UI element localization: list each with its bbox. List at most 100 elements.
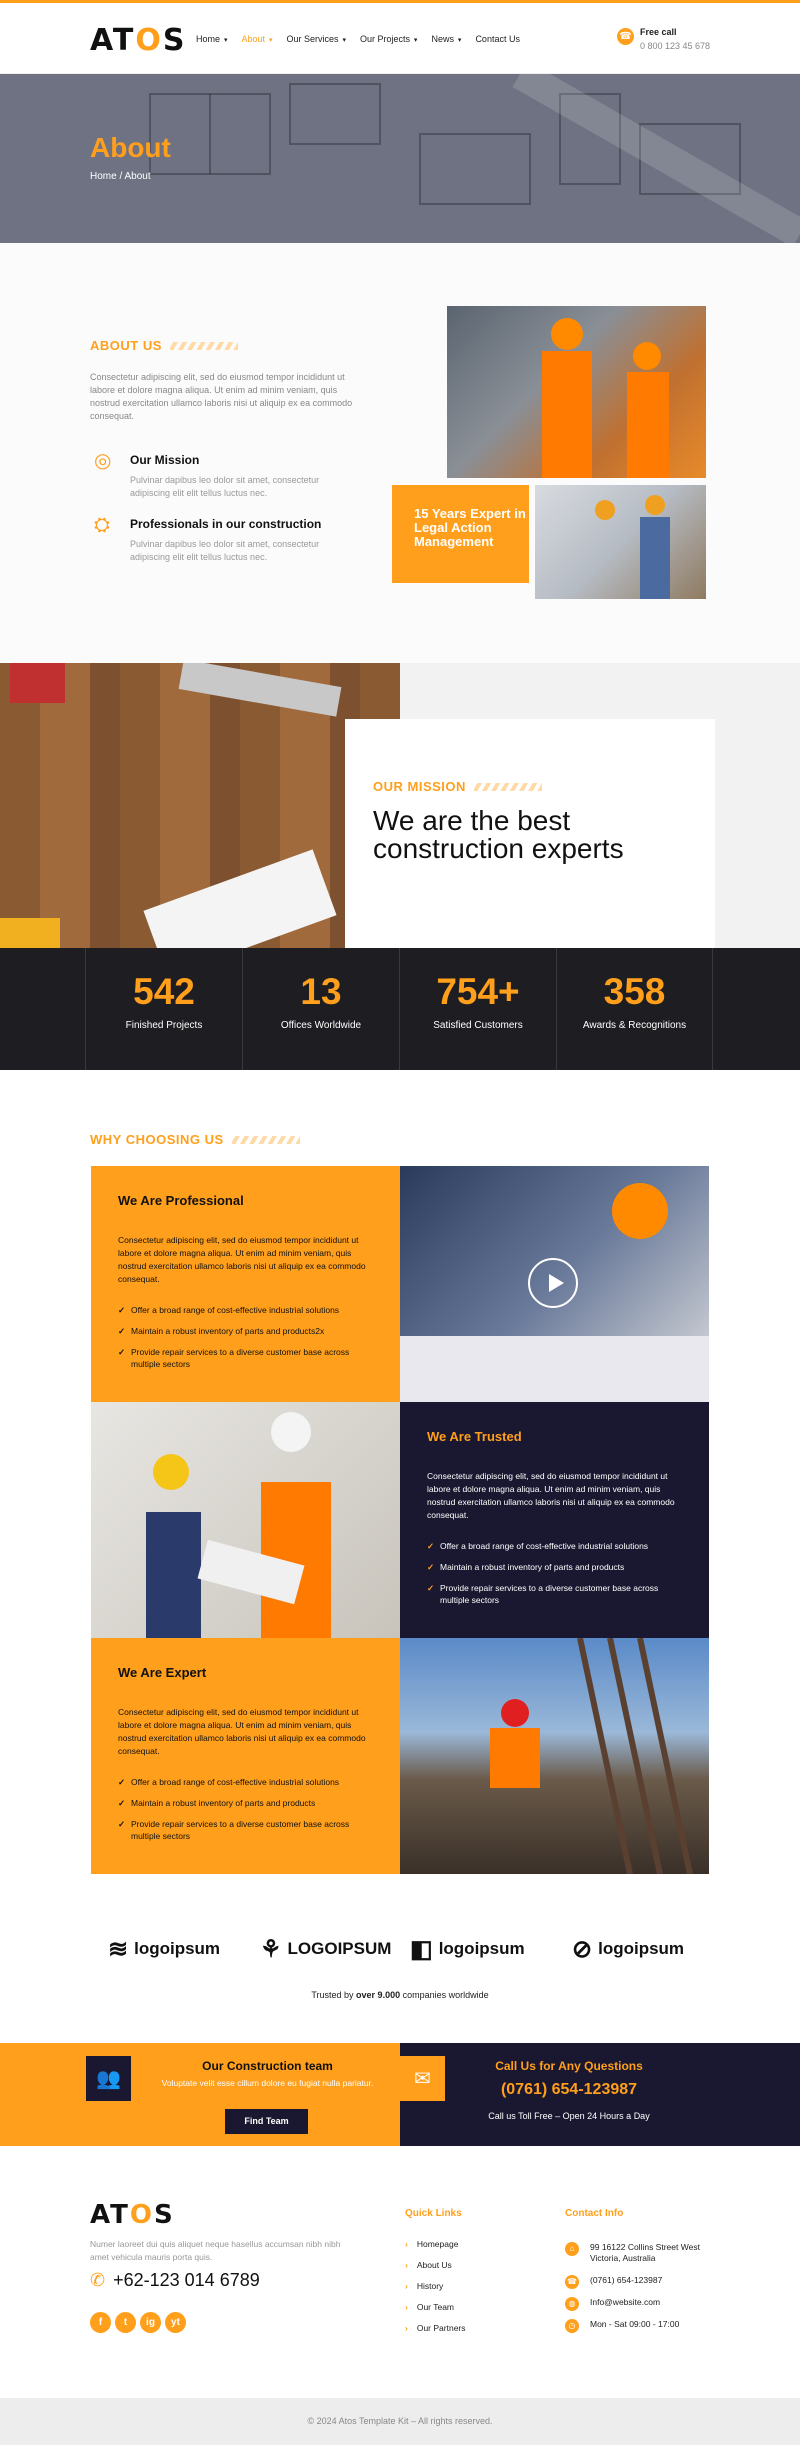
block-list: ✓ Offer a broad range of cost-effective i… xyxy=(118,1776,380,1851)
list-item: ✓ Offer a broad range of cost-effective i… xyxy=(118,1305,340,1315)
call-cta-number[interactable]: (0761) 654-123987 xyxy=(400,2081,738,2099)
waves-logo-icon: ≋ xyxy=(108,1935,129,1963)
chevron-right-icon: › xyxy=(405,2323,408,2333)
block-expert: We Are Expert Consectetur adipiscing eli… xyxy=(91,1638,400,1874)
hatch-decoration xyxy=(169,341,238,350)
quick-link[interactable]: › About Us xyxy=(405,2260,466,2270)
about-eyebrow: ABOUT US xyxy=(90,338,238,353)
footer-phone[interactable]: ✆ +62-123 014 6789 xyxy=(90,2270,260,2291)
nav-item-contact[interactable]: Contact Us xyxy=(475,34,520,44)
youtube-icon[interactable]: yt xyxy=(165,2312,186,2333)
instagram-icon[interactable]: ig xyxy=(140,2312,161,2333)
phone-icon: ✆ xyxy=(90,2270,106,2290)
slash-circle-logo-icon: ⊘ xyxy=(572,1935,593,1963)
block-list: ✓ Offer a broad range of cost-effective i… xyxy=(118,1304,380,1379)
team-cta: 👥 Our Construction team Voluptate velit … xyxy=(0,2043,400,2146)
main-nav: Home ▾ About ▾ Our Services ▾ Our Projec… xyxy=(196,34,520,44)
block-title: We Are Professional xyxy=(118,1193,244,1208)
quick-links-title: Quick Links xyxy=(405,2208,462,2219)
copyright: © 2024 Atos Template Kit – All rights re… xyxy=(0,2398,800,2445)
quick-link[interactable]: › Our Partners xyxy=(405,2323,466,2333)
stat-item: 13 Offices Worldwide xyxy=(242,948,399,1070)
block-text: Consectetur adipiscing elit, sed do eius… xyxy=(118,1707,366,1756)
team-photo xyxy=(91,1402,400,1638)
feature-title: Our Mission xyxy=(130,453,200,467)
shape-logo-icon: ◧ xyxy=(410,1935,433,1963)
globe-icon: ◍ xyxy=(565,2297,579,2311)
footer-logo[interactable]: ATOS xyxy=(90,2200,175,2230)
feature-title: Professionals in our construction xyxy=(130,517,322,531)
check-icon: ✓ xyxy=(118,1777,126,1787)
check-icon: ✓ xyxy=(118,1326,126,1336)
check-icon: ✓ xyxy=(118,1347,126,1357)
phone-icon: ☎ xyxy=(617,28,634,45)
twitter-icon[interactable]: t xyxy=(115,2312,136,2333)
tools-photo xyxy=(0,663,400,948)
nav-item-about[interactable]: About ▾ xyxy=(241,34,272,44)
list-item: ✓ Maintain a robust inventory of parts an… xyxy=(118,1326,325,1336)
check-icon: ✓ xyxy=(427,1541,435,1551)
partner-logo[interactable]: ⊘ logoipsum xyxy=(572,1932,684,1966)
stat-item: 754+ Satisfied Customers xyxy=(399,948,556,1070)
social-links: f t ig yt xyxy=(90,2312,186,2333)
partner-logos: ≋ logoipsum ⚘ LOGOIPSUM ◧ logoipsum ⊘ logoip… xyxy=(105,1932,695,1966)
list-item: ✓ Provide repair services to a diverse cu… xyxy=(118,1347,350,1369)
partner-logo[interactable]: ≋ logoipsum xyxy=(108,1932,220,1966)
nav-item-home[interactable]: Home ▾ xyxy=(196,34,227,44)
chevron-right-icon: › xyxy=(405,2260,408,2270)
crane-icon: ⛭ xyxy=(94,514,110,536)
experience-badge: 15 Years Expert in Legal Action Manageme… xyxy=(392,485,529,583)
check-icon: ✓ xyxy=(118,1305,126,1315)
chevron-right-icon: › xyxy=(405,2281,408,2291)
find-team-button[interactable]: Find Team xyxy=(225,2109,308,2134)
target-icon: ◎ xyxy=(94,450,112,472)
site-footer: ATOS Numer laoreet dui quis aliquet nequ… xyxy=(0,2146,800,2398)
list-item: ✓ Offer a broad range of cost-effective i… xyxy=(427,1541,649,1551)
call-cta-title: Call Us for Any Questions xyxy=(495,2059,643,2073)
partner-logo[interactable]: ⚘ LOGOIPSUM xyxy=(260,1932,391,1966)
block-title: We Are Expert xyxy=(118,1665,207,1680)
feature-text: Pulvinar dapibus leo dolor sit amet, con… xyxy=(130,475,320,498)
mission-section: OUR MISSION We are the best construction… xyxy=(0,663,800,948)
hatch-decoration xyxy=(473,782,542,791)
contact-info-title: Contact Info xyxy=(565,2208,624,2219)
call-title: Free call xyxy=(640,27,677,37)
quick-link[interactable]: › Our Team xyxy=(405,2302,466,2312)
chevron-down-icon: ▾ xyxy=(267,37,273,44)
video-thumbnail[interactable] xyxy=(400,1166,709,1402)
wheat-logo-icon: ⚘ xyxy=(260,1935,282,1963)
stats-section: 542 Finished Projects 13 Offices Worldwide… xyxy=(0,948,800,1070)
nav-item-services[interactable]: Our Services ▾ xyxy=(286,34,345,44)
about-section: ABOUT US Consectetur adipiscing elit, se… xyxy=(0,243,800,663)
nav-item-projects[interactable]: Our Projects ▾ xyxy=(360,34,417,44)
mission-eyebrow: OUR MISSION xyxy=(373,779,542,794)
about-description: Consectetur adipiscing elit, sed do eius… xyxy=(90,372,353,421)
chevron-down-icon: ▾ xyxy=(411,37,418,44)
call-number[interactable]: 0 800 123 45 678 xyxy=(640,41,710,51)
site-worker-photo xyxy=(400,1638,709,1874)
list-item: ✓ Maintain a robust inventory of parts an… xyxy=(118,1798,316,1808)
check-icon: ✓ xyxy=(427,1562,435,1572)
feature-text: Pulvinar dapibus leo dolor sit amet, con… xyxy=(130,539,320,562)
workers-photo xyxy=(447,306,706,478)
quick-link[interactable]: › History xyxy=(405,2281,466,2291)
block-text: Consectetur adipiscing elit, sed do eius… xyxy=(118,1235,366,1284)
quick-link[interactable]: › Homepage xyxy=(405,2239,466,2249)
map-icon: ⌂ xyxy=(565,2242,579,2256)
list-item: ✓ Maintain a robust inventory of parts an… xyxy=(427,1562,625,1572)
site-logo[interactable]: ATOS xyxy=(90,23,186,58)
check-icon: ✓ xyxy=(118,1798,126,1808)
chevron-right-icon: › xyxy=(405,2239,408,2249)
facebook-icon[interactable]: f xyxy=(90,2312,111,2333)
play-icon[interactable] xyxy=(528,1258,578,1308)
partner-logo[interactable]: ◧ logoipsum xyxy=(410,1932,525,1966)
breadcrumb[interactable]: Home / About xyxy=(90,171,151,182)
nav-item-news[interactable]: News ▾ xyxy=(431,34,461,44)
block-title: We Are Trusted xyxy=(427,1429,522,1444)
site-header: ATOS Home ▾ About ▾ Our Services ▾ Our P… xyxy=(0,3,800,74)
list-item: ✓ Offer a broad range of cost-effective i… xyxy=(118,1777,340,1787)
footer-description: Numer laoreet dui quis aliquet neque has… xyxy=(90,2239,341,2262)
block-trusted: We Are Trusted Consectetur adipiscing el… xyxy=(400,1402,709,1638)
call-cta-text: Call us Toll Free – Open 24 Hours a Day xyxy=(488,2111,650,2121)
chevron-down-icon: ▾ xyxy=(340,37,346,44)
